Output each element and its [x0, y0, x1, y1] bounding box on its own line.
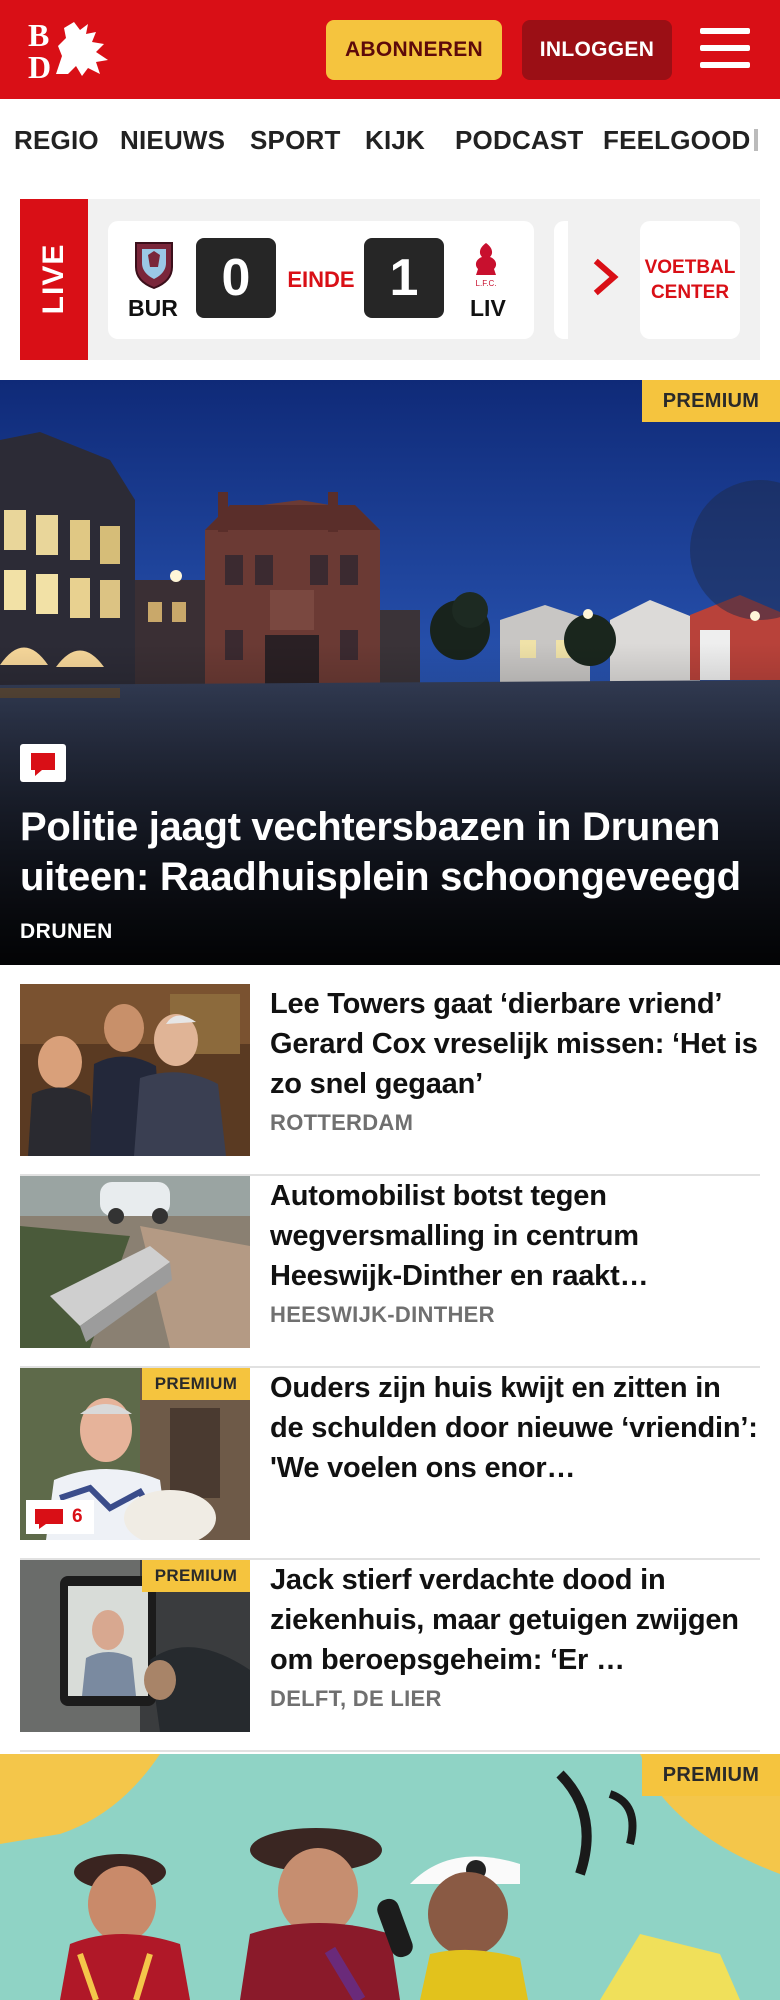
nav-item-feelgood[interactable]: FEELGOOD	[603, 125, 751, 156]
away-score: 1	[364, 238, 444, 318]
liverpool-crest-icon: L.F.C.	[476, 243, 497, 288]
hero-headline[interactable]: Politie jaagt vechtersbazen in Drunen ui…	[20, 802, 760, 902]
premium-badge: PREMIUM	[642, 1754, 780, 1796]
comment-icon	[20, 744, 66, 782]
hamburger-icon[interactable]	[700, 26, 750, 70]
hero-article[interactable]: PREMIUM Politie jaagt vechtersbazen in D…	[0, 380, 780, 965]
comment-count-badge: 6	[26, 1500, 94, 1534]
next-card-edge	[554, 221, 568, 339]
svg-text:B: B	[28, 17, 49, 53]
nav-item-sport[interactable]: SPORT	[250, 125, 341, 156]
burnley-crest-icon	[135, 242, 173, 289]
nav-item-kijk[interactable]: KIJK	[365, 125, 425, 156]
article-thumbnail	[20, 1176, 250, 1348]
premium-badge: PREMIUM	[142, 1368, 250, 1400]
featured-article[interactable]: PREMIUM	[0, 1754, 780, 2000]
away-team: LIV	[470, 295, 506, 321]
home-team: BUR	[128, 295, 178, 321]
article-thumbnail: PREMIUM 6	[20, 1368, 250, 1540]
comment-count: 6	[72, 1506, 83, 1527]
article-thumbnail	[20, 984, 250, 1156]
premium-badge: PREMIUM	[642, 380, 780, 422]
subscribe-button[interactable]: ABONNEREN	[326, 20, 502, 80]
hero-location: DRUNEN	[20, 920, 113, 943]
nav-scroll-fade	[750, 99, 780, 181]
main-nav: REGIO NIEUWS SPORT KIJK PODCAST FEELGOOD	[0, 99, 780, 181]
article-location: DELFT, DE LIER	[270, 1686, 442, 1711]
article-location: ROTTERDAM	[270, 1110, 414, 1135]
nav-item-podcast[interactable]: PODCAST	[455, 125, 584, 156]
article-title[interactable]: Lee Towers gaat ‘dierbare vriend’ Gerard…	[270, 984, 760, 1104]
login-button[interactable]: INLOGGEN	[522, 20, 672, 80]
article-title[interactable]: Jack stierf verdachte dood in ziekenhuis…	[270, 1560, 760, 1680]
live-tab: LIVE	[20, 199, 88, 360]
article-item[interactable]: Lee Towers gaat ‘dierbare vriend’ Gerard…	[20, 984, 760, 1176]
live-label: LIVE	[37, 243, 70, 315]
article-location: HEESWIJK-DINTHER	[270, 1302, 495, 1327]
svg-text:L.F.C.: L.F.C.	[476, 279, 497, 288]
article-item[interactable]: Automobilist botst tegen wegversmalling …	[20, 1176, 760, 1368]
article-item[interactable]: PREMIUM 6 Ouders zijn huis kwijt en zitt…	[20, 1368, 760, 1560]
premium-badge: PREMIUM	[142, 1560, 250, 1592]
article-thumbnail: PREMIUM	[20, 1560, 250, 1732]
top-header: B D ABONNEREN INLOGGEN	[0, 0, 780, 99]
nav-item-regio[interactable]: REGIO	[14, 125, 99, 156]
svg-text:D: D	[28, 49, 51, 82]
comment-icon	[35, 1509, 63, 1529]
match-status: EINDE	[287, 267, 355, 292]
nav-item-nieuws[interactable]: NIEUWS	[120, 125, 225, 156]
live-scores-bar: LIVE BUR 0 EINDE 1 L.F.C. LIV VOETBAL CE…	[20, 199, 760, 360]
brand-logo[interactable]: B D	[26, 16, 118, 85]
match-card[interactable]: BUR 0 EINDE 1 L.F.C. LIV	[108, 221, 534, 339]
chevron-right-icon[interactable]	[592, 257, 622, 297]
article-item[interactable]: PREMIUM Jack stierf verdachte dood in zi…	[20, 1560, 760, 1752]
voetbal-center-link[interactable]: VOETBAL CENTER	[640, 221, 740, 339]
home-score: 0	[196, 238, 276, 318]
article-title[interactable]: Automobilist botst tegen wegversmalling …	[270, 1176, 760, 1296]
article-title[interactable]: Ouders zijn huis kwijt en zitten in de s…	[270, 1368, 760, 1488]
